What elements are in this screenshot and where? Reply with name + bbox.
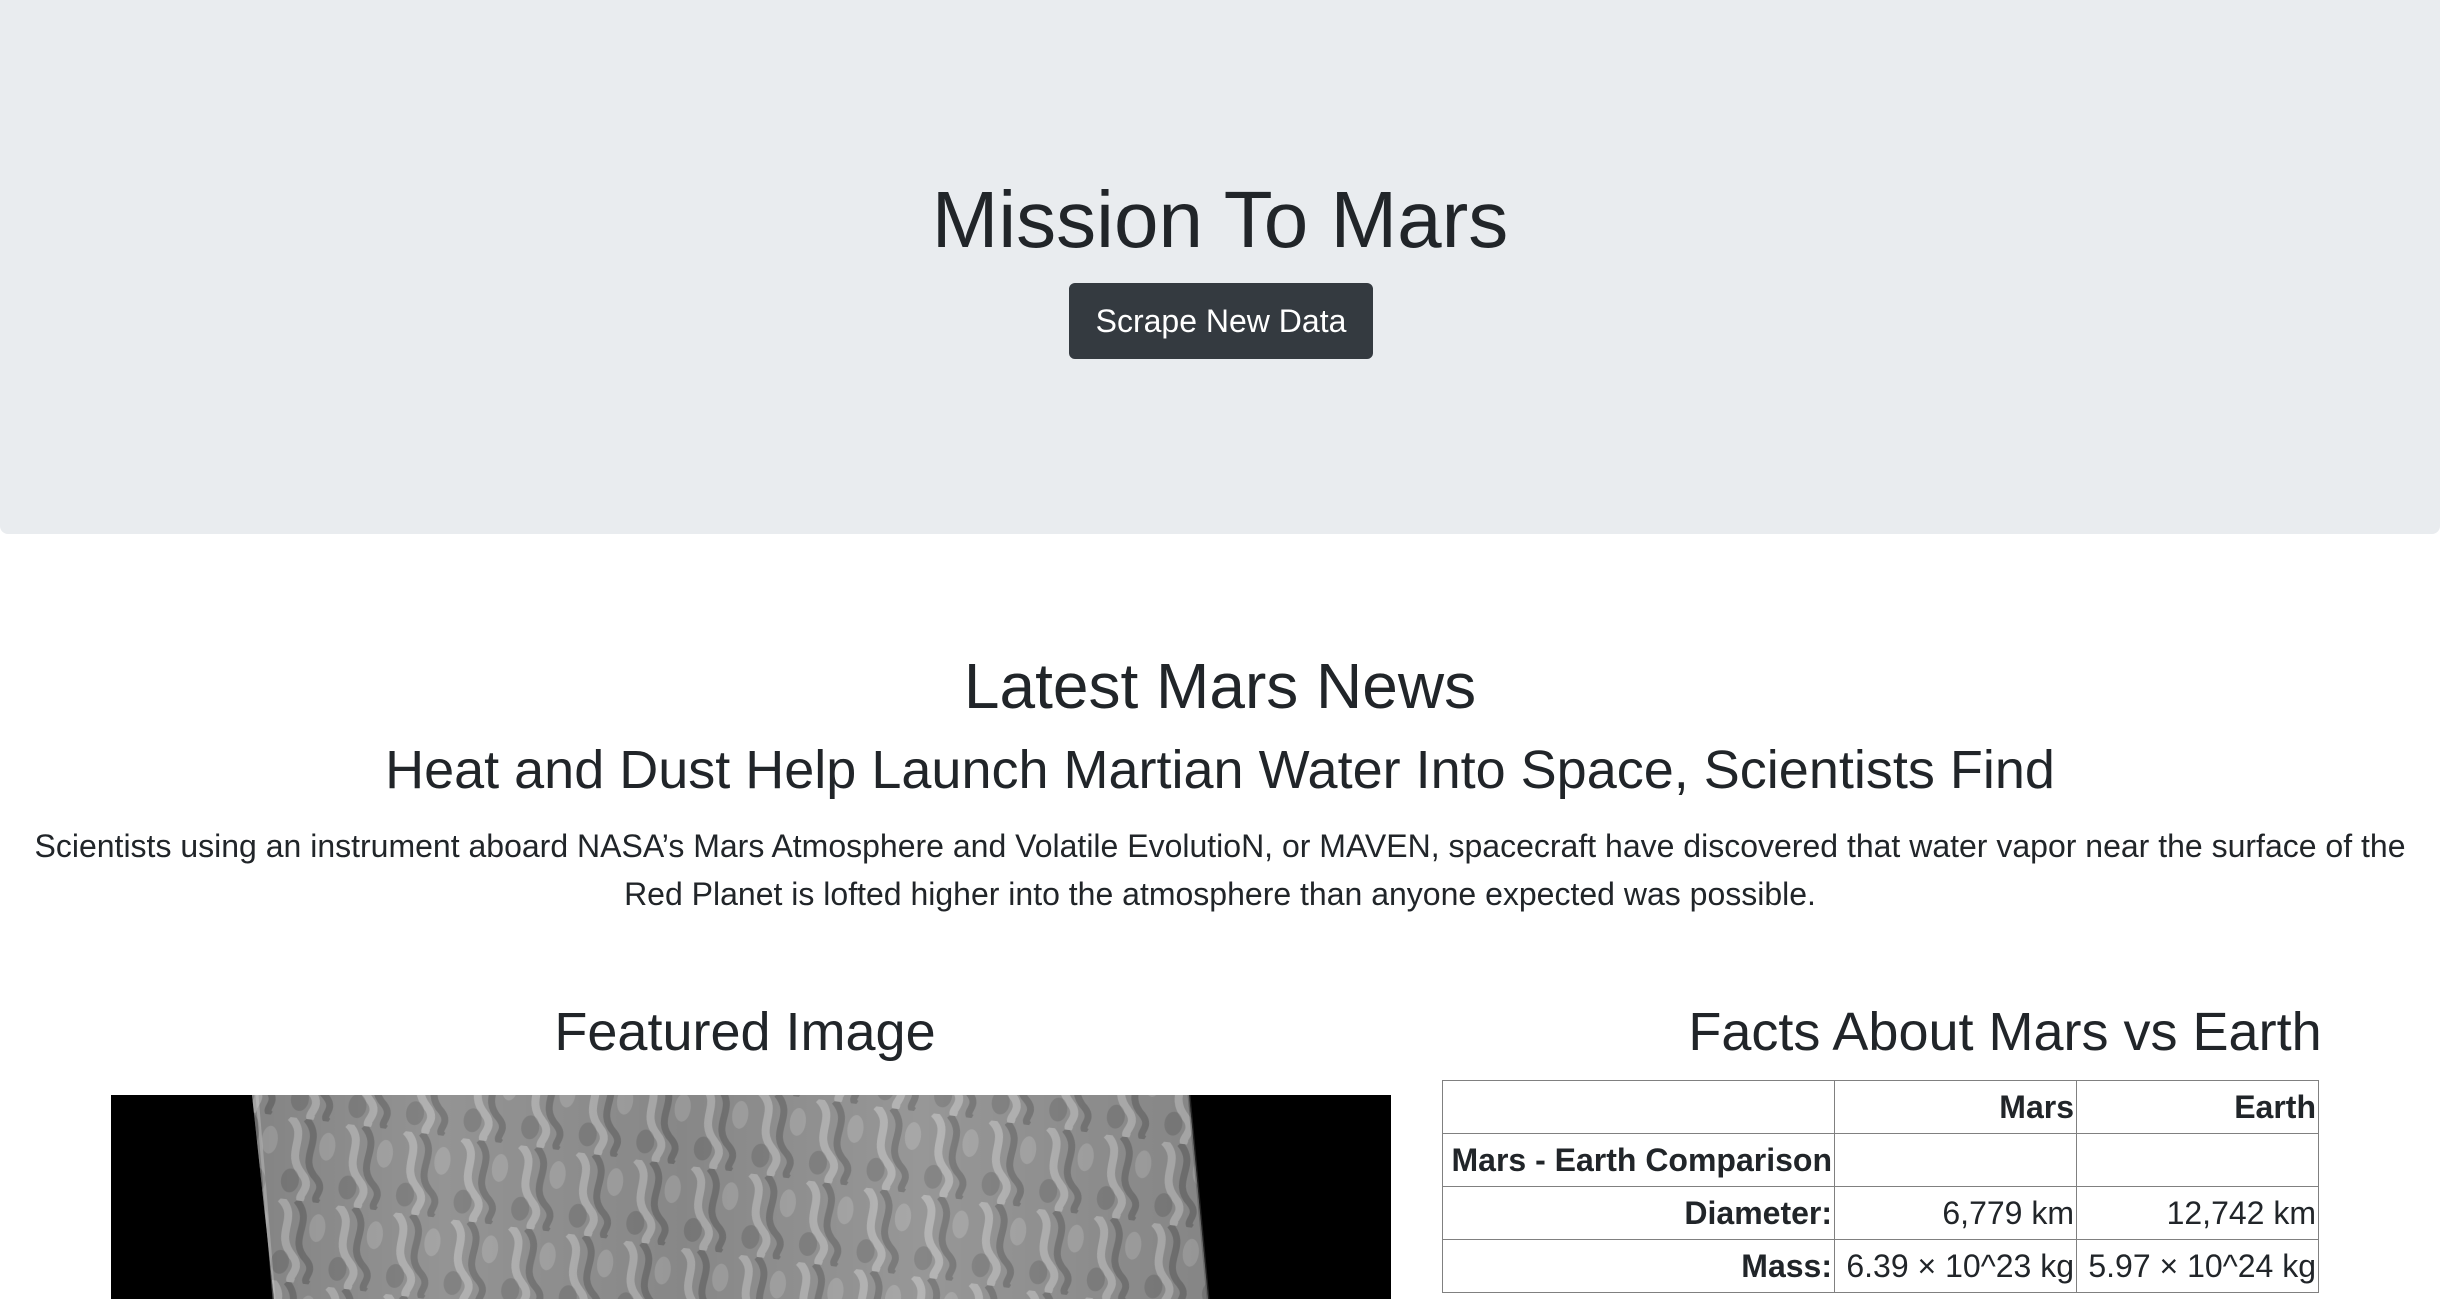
table-header-earth: Earth — [2076, 1080, 2319, 1134]
table-row: Diameter: 6,779 km 12,742 km — [1442, 1186, 2319, 1240]
page-title: Mission To Mars — [931, 175, 1509, 264]
table-row: Mars - Earth Comparison — [1442, 1133, 2319, 1187]
table-row-label: Mass: — [1442, 1239, 1835, 1293]
news-section-title: Latest Mars News — [963, 650, 1477, 722]
news-headline: Heat and Dust Help Launch Martian Water … — [385, 740, 2055, 800]
table-cell-mars: 6,779 km — [1834, 1186, 2077, 1240]
mars-dune-image — [111, 1095, 1391, 1299]
table-row: Mass: 6.39 × 10^23 kg 5.97 × 10^24 kg — [1442, 1239, 2319, 1293]
featured-image — [111, 1095, 1391, 1299]
table-cell-earth — [2076, 1133, 2319, 1187]
table-header-empty — [1442, 1080, 1835, 1134]
featured-image-title: Featured Image — [554, 1002, 936, 1062]
table-header-row: Mars Earth — [1442, 1080, 2319, 1134]
table-cell-mars — [1834, 1133, 2077, 1187]
table-header-mars: Mars — [1834, 1080, 2077, 1134]
scrape-new-data-button[interactable]: Scrape New Data — [1069, 283, 1373, 359]
table-row-label: Diameter: — [1442, 1186, 1835, 1240]
mars-earth-facts-table: Mars Earth Mars - Earth Comparison Diame… — [1442, 1080, 2319, 1293]
news-paragraph: Scientists using an instrument aboard NA… — [34, 828, 2406, 912]
facts-title: Facts About Mars vs Earth — [1688, 1002, 2322, 1062]
table-row-label: Mars - Earth Comparison — [1442, 1133, 1835, 1187]
table-cell-mars: 6.39 × 10^23 kg — [1834, 1239, 2077, 1293]
table-cell-earth: 5.97 × 10^24 kg — [2076, 1239, 2319, 1293]
table-cell-earth: 12,742 km — [2076, 1186, 2319, 1240]
jumbotron-header: Mission To Mars Scrape New Data — [0, 0, 2440, 534]
